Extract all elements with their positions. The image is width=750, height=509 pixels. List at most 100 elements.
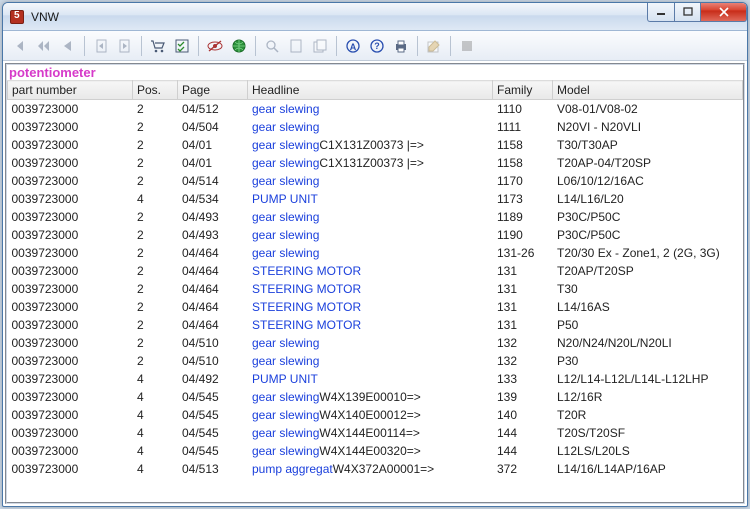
cell-model: L12/16R bbox=[553, 388, 743, 406]
cell-family: 131 bbox=[493, 316, 553, 334]
table-row[interactable]: 0039723000204/464gear slewing131-26T20/3… bbox=[8, 244, 743, 262]
headline-link[interactable]: gear slewing bbox=[252, 102, 319, 116]
cell-pos: 2 bbox=[133, 298, 178, 316]
table-row[interactable]: 0039723000404/513pump aggregatW4X372A000… bbox=[8, 460, 743, 478]
cell-family: 144 bbox=[493, 424, 553, 442]
cell-model: L14/16/L14AP/16AP bbox=[553, 460, 743, 478]
headline-link[interactable]: gear slewing bbox=[252, 246, 319, 260]
minimize-button[interactable] bbox=[647, 2, 675, 22]
col-header-part[interactable]: part number bbox=[8, 81, 133, 100]
headline-link[interactable]: STEERING MOTOR bbox=[252, 300, 361, 314]
table-row[interactable]: 0039723000404/534PUMP UNIT1173L14/L16/L2… bbox=[8, 190, 743, 208]
headline-link[interactable]: gear slewing bbox=[252, 390, 319, 404]
results-grid[interactable]: part number Pos. Page Headline Family Mo… bbox=[7, 80, 743, 502]
toolbar-separator bbox=[198, 36, 199, 56]
cell-part: 0039723000 bbox=[8, 100, 133, 118]
cell-headline: gear slewing bbox=[248, 208, 493, 226]
maximize-button[interactable] bbox=[675, 2, 701, 22]
cell-page: 04/514 bbox=[178, 172, 248, 190]
headline-link[interactable]: gear slewing bbox=[252, 174, 319, 188]
page-dup-icon bbox=[309, 35, 331, 57]
table-row[interactable]: 0039723000404/545gear slewingW4X144E0032… bbox=[8, 442, 743, 460]
cell-pos: 2 bbox=[133, 136, 178, 154]
table-row[interactable]: 0039723000204/493gear slewing1189P30C/P5… bbox=[8, 208, 743, 226]
cell-part: 0039723000 bbox=[8, 442, 133, 460]
cell-pos: 2 bbox=[133, 262, 178, 280]
toolbar-separator bbox=[84, 36, 85, 56]
headline-link[interactable]: pump aggregat bbox=[252, 462, 333, 476]
globe-icon[interactable] bbox=[228, 35, 250, 57]
headline-link[interactable]: gear slewing bbox=[252, 408, 319, 422]
col-header-head[interactable]: Headline bbox=[248, 81, 493, 100]
cell-headline: STEERING MOTOR bbox=[248, 298, 493, 316]
window-controls bbox=[647, 2, 747, 22]
cell-page: 04/464 bbox=[178, 298, 248, 316]
headline-link[interactable]: gear slewing bbox=[252, 120, 319, 134]
info-a-icon[interactable]: A bbox=[342, 35, 364, 57]
headline-link[interactable]: PUMP UNIT bbox=[252, 192, 318, 206]
headline-link[interactable]: STEERING MOTOR bbox=[252, 264, 361, 278]
table-row[interactable]: 0039723000404/545gear slewingW4X140E0001… bbox=[8, 406, 743, 424]
cell-family: 1158 bbox=[493, 154, 553, 172]
app-window: VNW A? potentiometer part number Pos. Pa… bbox=[2, 2, 748, 507]
headline-link[interactable]: gear slewing bbox=[252, 426, 319, 440]
cell-family: 1189 bbox=[493, 208, 553, 226]
table-row[interactable]: 0039723000204/493gear slewing1190P30C/P5… bbox=[8, 226, 743, 244]
cell-pos: 2 bbox=[133, 334, 178, 352]
eye-off-icon[interactable] bbox=[204, 35, 226, 57]
cell-part: 0039723000 bbox=[8, 406, 133, 424]
cell-pos: 4 bbox=[133, 424, 178, 442]
cell-model: T30/T30AP bbox=[553, 136, 743, 154]
cell-page: 04/492 bbox=[178, 370, 248, 388]
col-header-fam[interactable]: Family bbox=[493, 81, 553, 100]
cell-part: 0039723000 bbox=[8, 298, 133, 316]
table-row[interactable]: 0039723000404/545gear slewingW4X144E0011… bbox=[8, 424, 743, 442]
cell-part: 0039723000 bbox=[8, 244, 133, 262]
cell-family: 1173 bbox=[493, 190, 553, 208]
cell-pos: 2 bbox=[133, 172, 178, 190]
col-header-model[interactable]: Model bbox=[553, 81, 743, 100]
table-row[interactable]: 0039723000404/545gear slewingW4X139E0001… bbox=[8, 388, 743, 406]
cell-model: P30 bbox=[553, 352, 743, 370]
cell-page: 04/464 bbox=[178, 280, 248, 298]
table-row[interactable]: 0039723000204/510gear slewing132P30 bbox=[8, 352, 743, 370]
headline-link[interactable]: gear slewing bbox=[252, 444, 319, 458]
headline-link[interactable]: gear slewing bbox=[252, 210, 319, 224]
cell-model: P50 bbox=[553, 316, 743, 334]
table-row[interactable]: 0039723000204/464STEERING MOTOR131P50 bbox=[8, 316, 743, 334]
titlebar[interactable]: VNW bbox=[3, 3, 747, 31]
headline-link[interactable]: gear slewing bbox=[252, 138, 319, 152]
headline-link[interactable]: gear slewing bbox=[252, 354, 319, 368]
table-row[interactable]: 0039723000204/464STEERING MOTOR131L14/16… bbox=[8, 298, 743, 316]
cart-icon[interactable] bbox=[147, 35, 169, 57]
headline-link[interactable]: gear slewing bbox=[252, 228, 319, 242]
col-header-page[interactable]: Page bbox=[178, 81, 248, 100]
cell-headline: gear slewingW4X139E00010=> bbox=[248, 388, 493, 406]
table-row[interactable]: 0039723000404/492PUMP UNIT133L12/L14-L12… bbox=[8, 370, 743, 388]
table-row[interactable]: 0039723000204/514gear slewing1170L06/10/… bbox=[8, 172, 743, 190]
table-row[interactable]: 0039723000204/01gear slewingC1X131Z00373… bbox=[8, 136, 743, 154]
headline-link[interactable]: gear slewing bbox=[252, 156, 319, 170]
col-header-pos[interactable]: Pos. bbox=[133, 81, 178, 100]
cell-page: 04/493 bbox=[178, 208, 248, 226]
table-row[interactable]: 0039723000204/01gear slewingC1X131Z00373… bbox=[8, 154, 743, 172]
close-button[interactable] bbox=[701, 2, 747, 22]
cell-model: L06/10/12/16AC bbox=[553, 172, 743, 190]
headline-link[interactable]: PUMP UNIT bbox=[252, 372, 318, 386]
headline-link[interactable]: STEERING MOTOR bbox=[252, 318, 361, 332]
cell-headline: PUMP UNIT bbox=[248, 190, 493, 208]
headline-link[interactable]: STEERING MOTOR bbox=[252, 282, 361, 296]
cell-pos: 2 bbox=[133, 100, 178, 118]
table-row[interactable]: 0039723000204/512gear slewing1110V08-01/… bbox=[8, 100, 743, 118]
headline-link[interactable]: gear slewing bbox=[252, 336, 319, 350]
table-row[interactable]: 0039723000204/510gear slewing132N20/N24/… bbox=[8, 334, 743, 352]
print-icon[interactable] bbox=[390, 35, 412, 57]
checklist-icon[interactable] bbox=[171, 35, 193, 57]
table-row[interactable]: 0039723000204/464STEERING MOTOR131T30 bbox=[8, 280, 743, 298]
table-row[interactable]: 0039723000204/504gear slewing1111N20VI -… bbox=[8, 118, 743, 136]
info-q-icon[interactable]: ? bbox=[366, 35, 388, 57]
cell-part: 0039723000 bbox=[8, 208, 133, 226]
headline-suffix: W4X144E00320=> bbox=[319, 444, 420, 458]
table-row[interactable]: 0039723000204/464STEERING MOTOR131T20AP/… bbox=[8, 262, 743, 280]
cell-model: V08-01/V08-02 bbox=[553, 100, 743, 118]
